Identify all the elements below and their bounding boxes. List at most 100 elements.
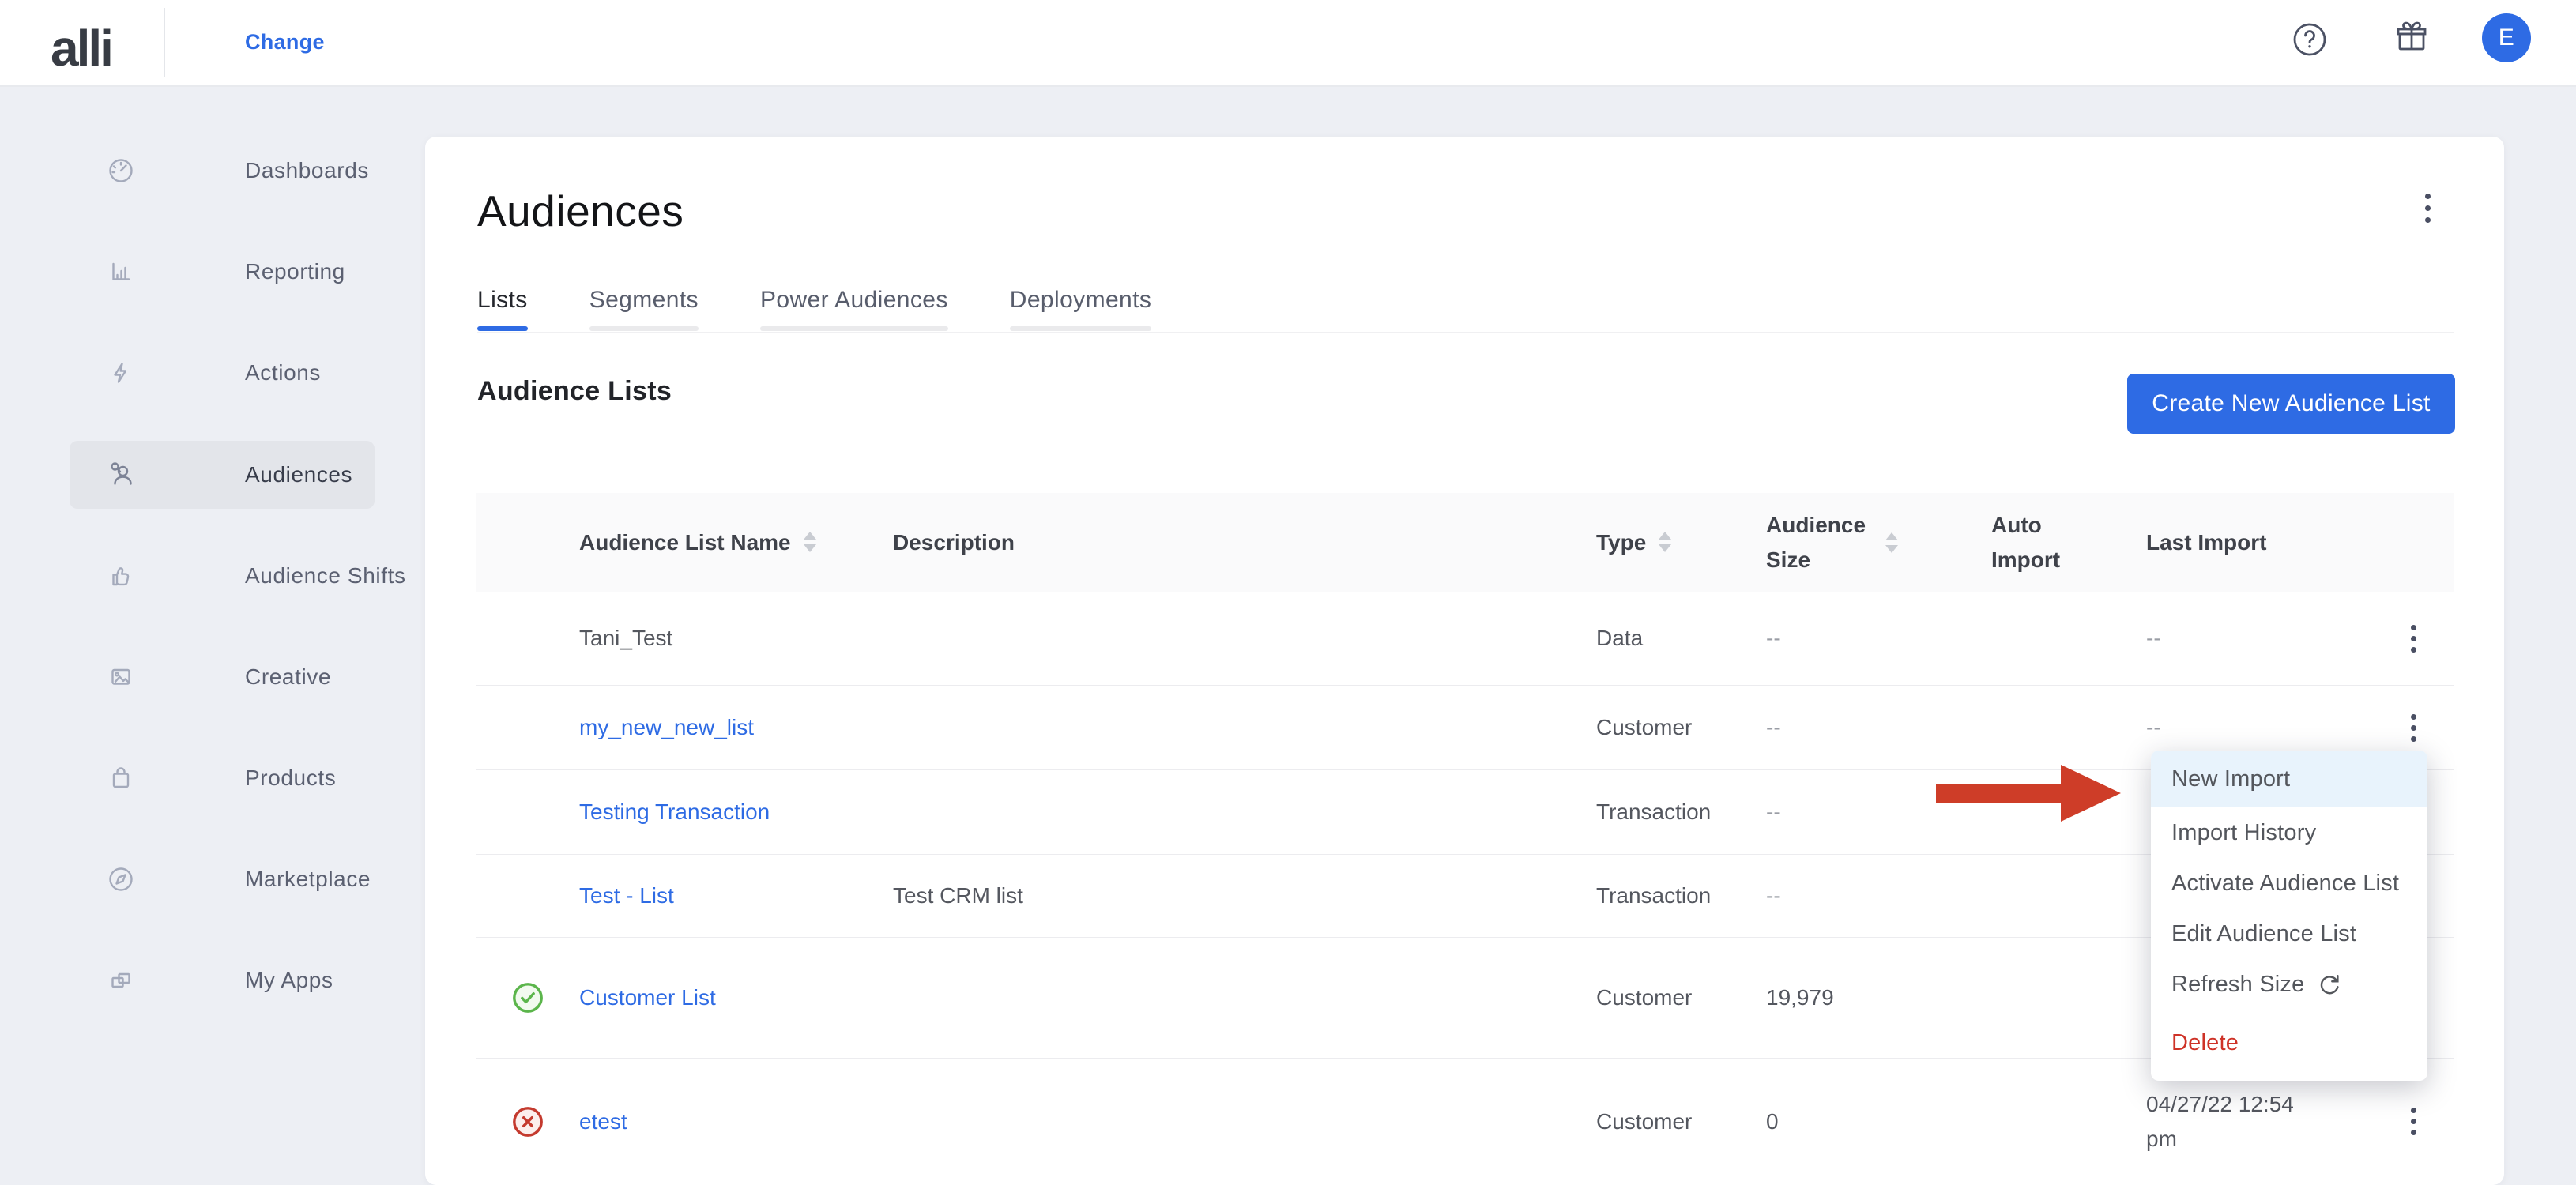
row-actions-kebab-icon[interactable] <box>2403 706 2424 750</box>
create-new-audience-list-button[interactable]: Create New Audience List <box>2127 374 2455 434</box>
topbar: alli Change E <box>0 0 2576 87</box>
sidebar-item-audiences[interactable]: Audiences <box>70 441 375 509</box>
compass-icon <box>105 863 137 895</box>
menu-item-delete[interactable]: Delete <box>2151 1017 2427 1069</box>
topbar-divider <box>164 8 165 77</box>
column-auto-import: Auto Import <box>1991 508 2146 577</box>
change-account-link[interactable]: Change <box>245 30 325 55</box>
menu-item-label: Refresh Size <box>2171 972 2304 998</box>
menu-item-refresh-size[interactable]: Refresh Size <box>2151 959 2427 1010</box>
column-label: Type <box>1596 525 1646 559</box>
sidebar-item-products[interactable]: Products <box>70 744 375 812</box>
audience-list-name-link[interactable]: Customer List <box>579 985 716 1010</box>
red-pointer-arrow <box>1936 762 2122 825</box>
audience-search-icon <box>105 459 137 491</box>
sidebar-item-label: Audience Shifts <box>245 563 406 589</box>
type-cell: Transaction <box>1596 795 1766 829</box>
audience-size-cell: -- <box>1766 878 1991 912</box>
shopping-bag-icon <box>105 762 137 794</box>
type-cell: Transaction <box>1596 878 1766 912</box>
sidebar-item-label: Audiences <box>245 462 352 487</box>
audience-list-name: Tani_Test <box>579 626 672 650</box>
menu-item-activate-audience-list[interactable]: Activate Audience List <box>2151 858 2427 908</box>
image-icon <box>105 661 137 693</box>
status-cell <box>476 1105 579 1138</box>
avatar-initial: E <box>2499 24 2515 51</box>
row-actions-kebab-icon[interactable] <box>2403 1100 2424 1143</box>
audience-list-name-link[interactable]: my_new_new_list <box>579 715 754 739</box>
last-import-cell: -- <box>2146 710 2374 744</box>
menu-item-edit-audience-list[interactable]: Edit Audience List <box>2151 908 2427 959</box>
column-last-import: Last Import <box>2146 525 2374 559</box>
menu-item-label: Edit Audience List <box>2171 921 2356 947</box>
tabs-underline-track <box>477 332 2454 333</box>
table-header: Audience List Name Description Type Audi… <box>476 493 2454 592</box>
menu-item-label: Delete <box>2171 1030 2239 1056</box>
menu-item-label: New Import <box>2171 766 2290 792</box>
gift-icon[interactable] <box>2393 19 2431 57</box>
sidebar-item-audience-shifts[interactable]: Audience Shifts <box>70 542 375 610</box>
tab-lists[interactable]: Lists <box>477 287 528 331</box>
thumbs-up-icon <box>105 560 137 592</box>
tab-segments[interactable]: Segments <box>589 287 699 331</box>
sidebar-item-label: Creative <box>245 664 331 690</box>
sidebar-item-marketplace[interactable]: Marketplace <box>70 845 375 913</box>
audience-size-cell: 19,979 <box>1766 980 1991 1014</box>
column-audience-list-name: Audience List Name <box>579 525 893 559</box>
sort-icon[interactable] <box>804 532 816 552</box>
app-logo: alli <box>51 19 111 77</box>
menu-item-import-history[interactable]: Import History <box>2151 807 2427 858</box>
audience-list-name-link[interactable]: Test - List <box>579 883 674 908</box>
sidebar-item-label: Products <box>245 766 336 791</box>
sidebar-item-my-apps[interactable]: My Apps <box>70 946 375 1014</box>
sort-icon[interactable] <box>1659 532 1671 552</box>
sidebar-item-creative[interactable]: Creative <box>70 643 375 711</box>
user-avatar[interactable]: E <box>2482 13 2531 62</box>
sidebar-item-label: Actions <box>245 360 321 386</box>
menu-item-label: Import History <box>2171 820 2316 846</box>
menu-item-label: Activate Audience List <box>2171 871 2399 897</box>
tab-power-audiences[interactable]: Power Audiences <box>760 287 948 331</box>
type-cell: Customer <box>1596 1104 1766 1138</box>
audience-size-cell: 0 <box>1766 1104 1991 1138</box>
menu-item-new-import[interactable]: New Import <box>2151 750 2427 807</box>
tabs: Lists Segments Power Audiences Deploymen… <box>477 287 1151 331</box>
sidebar-item-reporting[interactable]: Reporting <box>70 238 375 306</box>
status-cell <box>476 981 579 1014</box>
audience-size-cell: -- <box>1766 710 1991 744</box>
audience-list-name-link[interactable]: Testing Transaction <box>579 799 770 824</box>
last-import-cell: -- <box>2146 621 2374 655</box>
audience-list-name-link[interactable]: etest <box>579 1109 627 1134</box>
column-type: Type <box>1596 525 1766 559</box>
lightning-icon <box>105 357 137 389</box>
column-label: Audience List Name <box>579 525 791 559</box>
sort-icon[interactable] <box>1885 532 1898 553</box>
table-row: Tani_Test Data -- -- <box>476 592 2454 685</box>
sidebar-item-label: My Apps <box>245 968 333 993</box>
success-status-icon <box>511 981 544 1014</box>
last-import-cell: 04/27/22 12:54 pm <box>2146 1087 2328 1156</box>
section-title: Audience Lists <box>477 376 672 407</box>
column-label: Auto Import <box>1991 508 2098 577</box>
column-description: Description <box>893 525 1596 559</box>
sidebar-item-actions[interactable]: Actions <box>70 339 375 407</box>
tab-deployments[interactable]: Deployments <box>1010 287 1151 331</box>
bar-chart-icon <box>105 256 137 288</box>
gauge-icon <box>105 155 137 186</box>
description-cell: Test CRM list <box>893 878 1596 912</box>
sidebar-item-label: Dashboards <box>245 158 369 183</box>
help-icon[interactable] <box>2291 21 2329 58</box>
type-cell: Customer <box>1596 980 1766 1014</box>
error-status-icon <box>511 1105 544 1138</box>
page-kebab-menu-icon[interactable] <box>2405 186 2450 230</box>
row-actions-kebab-icon[interactable] <box>2403 617 2424 660</box>
column-label: Description <box>893 525 1015 559</box>
column-label: Last Import <box>2146 525 2266 559</box>
sidebar-item-dashboards[interactable]: Dashboards <box>70 137 375 205</box>
refresh-icon <box>2317 972 2342 997</box>
type-cell: Customer <box>1596 710 1766 744</box>
sidebar-item-label: Reporting <box>245 259 345 284</box>
row-actions-context-menu: New Import Import History Activate Audie… <box>2151 750 2427 1081</box>
column-audience-size: Audience Size <box>1766 508 1991 577</box>
sidebar-item-label: Marketplace <box>245 867 371 892</box>
